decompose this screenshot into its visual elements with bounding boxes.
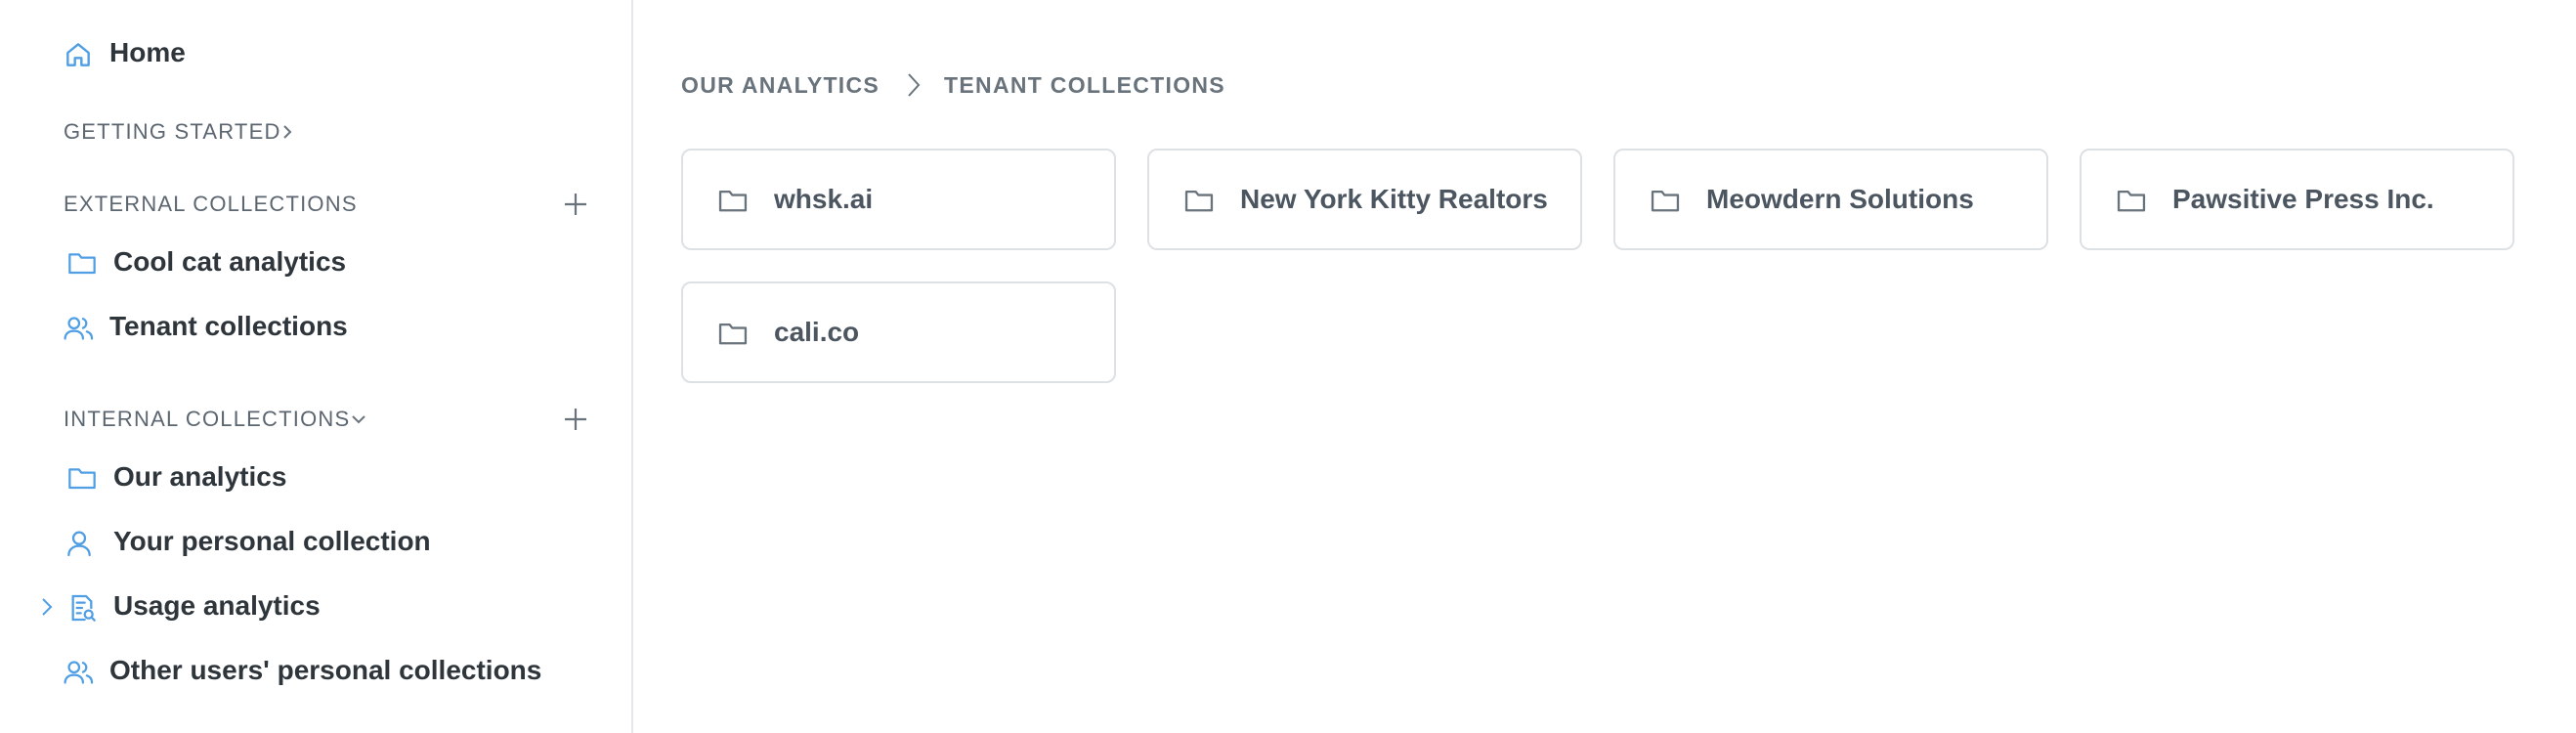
external-collections-label: EXTERNAL COLLECTIONS	[64, 192, 358, 216]
sidebar-item-cool-cat-analytics[interactable]: Cool cat analytics	[0, 244, 631, 283]
internal-collections-label: INTERNAL COLLECTIONS	[64, 407, 351, 431]
chevron-down-icon[interactable]	[350, 412, 367, 431]
folder-icon	[66, 463, 98, 493]
breadcrumb-item-our-analytics[interactable]: OUR ANALYTICS	[681, 72, 880, 99]
folder-icon	[1182, 186, 1216, 215]
sidebar-item-label: Your personal collection	[113, 526, 431, 556]
sidebar-item-our-analytics[interactable]: Our analytics	[0, 459, 631, 498]
report-search-icon	[66, 592, 98, 624]
add-internal-collection-button[interactable]	[561, 405, 590, 434]
external-collections-header: EXTERNAL COLLECTIONS	[0, 188, 631, 221]
getting-started-toggle[interactable]: GETTING STARTED	[0, 115, 631, 149]
sidebar-item-label: Other users' personal collections	[109, 655, 542, 685]
collection-card[interactable]: whsk.ai	[681, 149, 1116, 250]
sidebar-item-label: Tenant collections	[109, 311, 348, 341]
sidebar-item-label: Our analytics	[113, 461, 287, 492]
collection-card-label: cali.co	[774, 317, 860, 347]
chevron-right-icon	[905, 70, 923, 100]
home-icon	[63, 39, 94, 70]
user-icon	[64, 528, 94, 559]
folder-icon	[716, 186, 750, 215]
folder-icon	[66, 248, 98, 278]
sidebar-item-other-users-collections[interactable]: Other users' personal collections	[0, 653, 631, 692]
internal-collections-header[interactable]: INTERNAL COLLECTIONS	[0, 403, 631, 436]
folder-icon	[2115, 186, 2148, 215]
add-external-collection-button[interactable]	[561, 190, 590, 219]
sidebar-item-home[interactable]: Home	[0, 35, 631, 74]
main-content: OUR ANALYTICS TENANT COLLECTIONS whsk.ai…	[635, 0, 2576, 733]
chevron-right-icon[interactable]	[39, 596, 55, 623]
collection-card-label: whsk.ai	[774, 184, 874, 214]
breadcrumb-item-tenant-collections: TENANT COLLECTIONS	[944, 71, 1225, 98]
collection-card[interactable]: Pawsitive Press Inc.	[2080, 149, 2514, 250]
collection-card-label: Meowdern Solutions	[1706, 184, 1974, 214]
users-icon	[63, 313, 96, 344]
sidebar-item-tenant-collections[interactable]: Tenant collections	[0, 309, 631, 348]
sidebar-item-label: Home	[109, 37, 186, 67]
sidebar: Home GETTING STARTED EXTERNAL COLLECTION…	[0, 0, 633, 733]
folder-icon	[716, 319, 750, 348]
users-icon	[63, 657, 96, 688]
collection-card[interactable]: New York Kitty Realtors	[1147, 149, 1582, 250]
sidebar-item-usage-analytics[interactable]: Usage analytics	[0, 588, 631, 627]
chevron-right-icon	[279, 123, 295, 146]
collection-card-label: Pawsitive Press Inc.	[2172, 184, 2434, 214]
sidebar-item-your-personal-collection[interactable]: Your personal collection	[0, 524, 631, 563]
sidebar-item-label: Cool cat analytics	[113, 246, 347, 277]
collection-card[interactable]: cali.co	[681, 281, 1116, 383]
collection-card[interactable]: Meowdern Solutions	[1613, 149, 2048, 250]
getting-started-label: GETTING STARTED	[64, 119, 281, 144]
folder-icon	[1649, 186, 1682, 215]
sidebar-item-label: Usage analytics	[113, 590, 321, 621]
collection-card-label: New York Kitty Realtors	[1240, 184, 1548, 214]
breadcrumb: OUR ANALYTICS TENANT COLLECTIONS	[681, 70, 1225, 100]
